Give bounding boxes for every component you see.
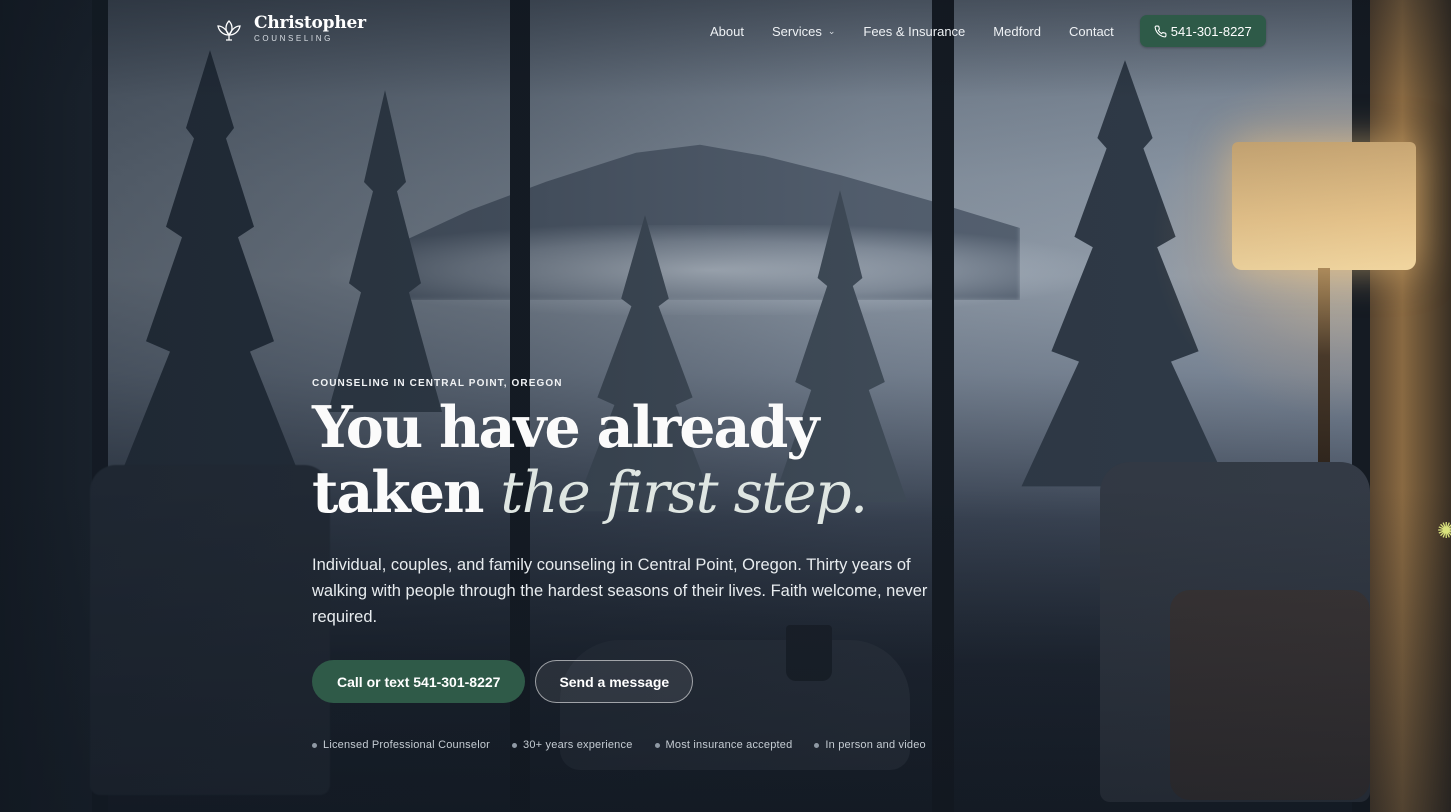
headline-italic: the first step. bbox=[500, 460, 868, 526]
nav-about-label: About bbox=[710, 23, 744, 39]
bullet-dot-icon bbox=[312, 742, 317, 748]
hero-section: COUNSELING IN CENTRAL POINT, OREGON You … bbox=[312, 378, 972, 751]
main-nav: About Services ⌄ Fees & Insurance Medford… bbox=[696, 15, 1266, 47]
hero-eyebrow: COUNSELING IN CENTRAL POINT, OREGON bbox=[312, 378, 563, 389]
hero-cta-group: Call or text 541-301-8227 Send a message bbox=[312, 660, 972, 703]
nav-fees-insurance[interactable]: Fees & Insurance bbox=[849, 16, 979, 47]
badge-item: In person and video bbox=[814, 739, 926, 751]
nav-services[interactable]: Services ⌄ bbox=[758, 16, 849, 47]
brand-logo[interactable]: Christopher COUNSELING bbox=[214, 14, 366, 45]
hero-description: Individual, couples, and family counseli… bbox=[312, 556, 928, 626]
headline-line-1: You have already bbox=[312, 394, 819, 461]
headline-line-2: taken bbox=[312, 459, 484, 526]
badge-label: Licensed Professional Counselor bbox=[323, 739, 491, 751]
badge-label: Most insurance accepted bbox=[665, 739, 793, 751]
badge-item: 30+ years experience bbox=[512, 739, 632, 751]
phone-icon bbox=[1154, 25, 1167, 37]
nav-contact-label: Contact bbox=[1068, 23, 1114, 39]
badge-item: Licensed Professional Counselor bbox=[312, 739, 490, 751]
chevron-down-icon: ⌄ bbox=[827, 25, 836, 36]
hero-headline: You have already taken the first step. bbox=[312, 395, 972, 526]
brand-subtitle: COUNSELING bbox=[254, 34, 333, 43]
credential-badges: Licensed Professional Counselor 30+ year… bbox=[312, 739, 972, 751]
badge-label: 30+ years experience bbox=[523, 739, 633, 751]
header-phone-button[interactable]: 541-301-8227 bbox=[1139, 15, 1266, 47]
send-message-button[interactable]: Send a message bbox=[535, 660, 694, 703]
bullet-dot-icon bbox=[814, 742, 820, 748]
bullet-dot-icon bbox=[654, 742, 660, 748]
bullet-dot-icon bbox=[512, 742, 518, 748]
site-header: Christopher COUNSELING About Services ⌄ F… bbox=[0, 0, 1451, 62]
badge-label: In person and video bbox=[825, 739, 926, 751]
lotus-icon bbox=[217, 19, 241, 41]
flower-icon: ✺ bbox=[1437, 518, 1451, 543]
call-or-text-button[interactable]: Call or text 541-301-8227 bbox=[312, 660, 526, 703]
header-phone-label: 541-301-8227 bbox=[1170, 23, 1252, 39]
nav-fees-label: Fees & Insurance bbox=[863, 23, 966, 39]
nav-about[interactable]: About bbox=[696, 16, 758, 47]
nav-contact[interactable]: Contact bbox=[1055, 16, 1128, 47]
badge-item: Most insurance accepted bbox=[654, 739, 793, 751]
brand-name: Christopher bbox=[254, 13, 366, 33]
nav-medford[interactable]: Medford bbox=[979, 16, 1055, 47]
nav-services-label: Services bbox=[771, 23, 822, 39]
nav-medford-label: Medford bbox=[993, 23, 1041, 39]
